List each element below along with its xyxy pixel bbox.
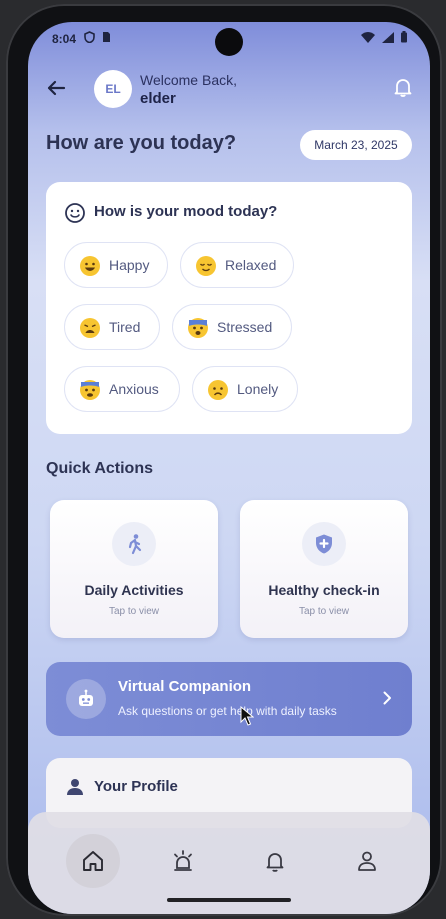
date-badge: March 23, 2025 xyxy=(300,130,412,160)
mood-chip-relaxed[interactable]: Relaxed xyxy=(180,242,294,288)
walking-person-icon xyxy=(112,522,156,566)
welcome-text: Welcome Back, xyxy=(140,72,237,88)
relieved-face-icon xyxy=(196,256,216,276)
quick-action-label: Daily Activities xyxy=(84,582,184,598)
fearful-face-icon xyxy=(188,318,208,338)
mood-chip-anxious[interactable]: Anxious xyxy=(64,366,180,412)
front-camera xyxy=(215,28,243,56)
mood-chip-lonely[interactable]: Lonely xyxy=(192,366,298,412)
sim-icon xyxy=(103,32,111,42)
phone-frame: 8:04 EL Welcome Back, elder How are you … xyxy=(6,4,442,916)
mood-chip-happy[interactable]: Happy xyxy=(64,242,168,288)
sad-face-icon xyxy=(208,380,228,400)
username: elder xyxy=(140,90,176,107)
notification-bell-icon[interactable] xyxy=(392,76,414,98)
bell-icon xyxy=(266,853,284,872)
anxious-face-icon xyxy=(80,380,100,400)
nav-profile[interactable] xyxy=(340,834,394,888)
shield-plus-icon xyxy=(302,522,346,566)
quick-action-hint: Tap to view xyxy=(298,606,350,617)
nav-notifications[interactable] xyxy=(248,834,302,888)
smiley-icon xyxy=(65,203,85,223)
home-icon xyxy=(83,851,103,871)
alarm-light-icon xyxy=(174,850,192,871)
healthy-check-in-card[interactable]: Healthy check-in Tap to view xyxy=(240,500,408,638)
app-screen: 8:04 EL Welcome Back, elder How are you … xyxy=(28,22,430,914)
status-time: 8:04 xyxy=(52,32,77,46)
signal-icon xyxy=(381,32,394,43)
person-icon xyxy=(67,779,83,795)
companion-title: Virtual Companion xyxy=(118,678,252,695)
daily-activities-card[interactable]: Daily Activities Tap to view xyxy=(50,500,218,638)
nav-home[interactable] xyxy=(66,834,120,888)
mood-chip-label: Happy xyxy=(109,257,150,273)
mood-chip-label: Tired xyxy=(109,319,141,335)
robot-icon xyxy=(66,679,106,719)
mood-card: How is your mood today? Happy Relaxed Ti… xyxy=(46,182,412,434)
back-arrow-icon[interactable] xyxy=(44,76,68,100)
mood-chip-label: Relaxed xyxy=(225,257,277,273)
mood-chip-label: Lonely xyxy=(237,381,279,397)
chevron-right-icon xyxy=(383,691,391,705)
mood-chip-label: Anxious xyxy=(109,381,159,397)
status-icons-right xyxy=(361,31,408,46)
wifi-icon xyxy=(361,32,376,43)
home-indicator[interactable] xyxy=(167,898,291,902)
shield-icon xyxy=(84,31,95,44)
nav-emergency[interactable] xyxy=(156,834,210,888)
quick-action-label: Healthy check-in xyxy=(268,582,380,598)
mood-chip-label: Stressed xyxy=(217,319,273,335)
grinning-face-icon xyxy=(80,256,100,276)
mouse-cursor-icon xyxy=(240,706,254,726)
mood-chip-stressed[interactable]: Stressed xyxy=(172,304,292,350)
profile-title: Your Profile xyxy=(94,778,178,795)
avatar[interactable]: EL xyxy=(94,70,132,108)
companion-subtitle: Ask questions or get help with daily tas… xyxy=(118,704,337,718)
page-title: How are you today? xyxy=(46,132,237,154)
person-icon xyxy=(358,851,376,871)
battery-icon xyxy=(401,31,407,43)
app-header: EL Welcome Back, elder xyxy=(28,62,430,118)
tired-face-icon xyxy=(80,318,100,338)
status-bar: 8:04 xyxy=(28,22,430,58)
mood-title: How is your mood today? xyxy=(94,203,278,220)
quick-actions-heading: Quick Actions xyxy=(46,460,153,477)
mood-chip-tired[interactable]: Tired xyxy=(64,304,160,350)
quick-action-hint: Tap to view xyxy=(108,606,160,617)
virtual-companion-card[interactable]: Virtual Companion Ask questions or get h… xyxy=(46,662,412,736)
status-icons-left xyxy=(84,31,111,46)
